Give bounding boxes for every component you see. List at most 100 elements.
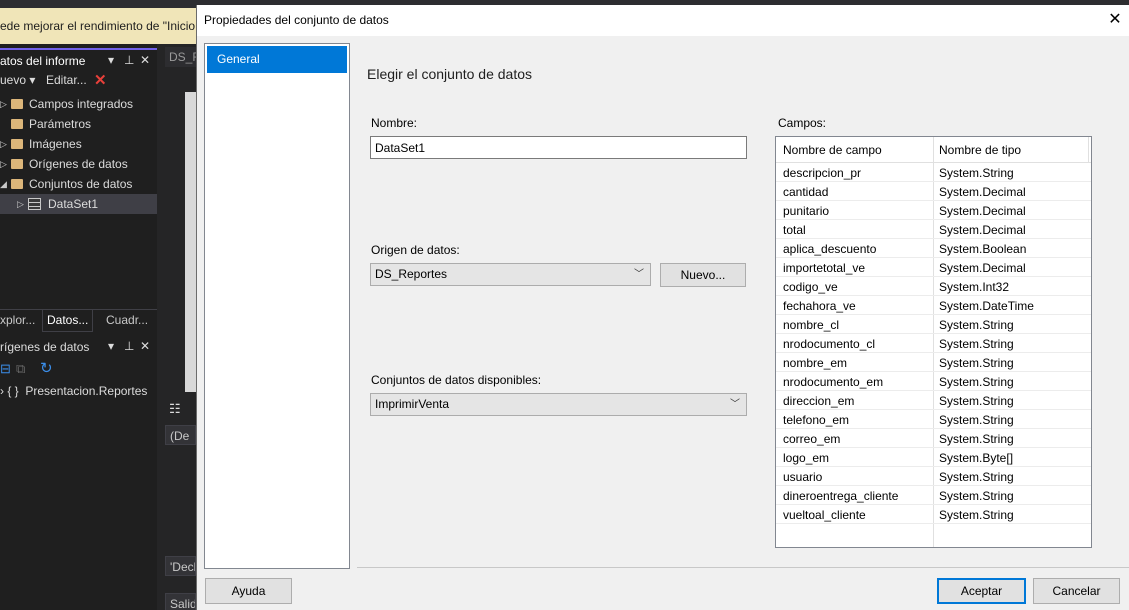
panel-tab-strip: xplor... Datos... Cuadr... (0, 309, 157, 332)
tree-item-data-sources[interactable]: ▷ Orígenes de datos (0, 154, 157, 174)
table-row[interactable]: telefono_em System.String (776, 410, 1091, 429)
field-name-cell: nombre_cl (783, 318, 840, 332)
document-tab[interactable]: DS_R (165, 47, 196, 67)
tab-explorer[interactable]: xplor... (0, 313, 35, 327)
output-box[interactable]: Salid (165, 593, 196, 610)
type-name-cell: System.String (939, 508, 1014, 522)
declaration-box[interactable]: 'Decl (165, 556, 196, 576)
tree-item-dataset1[interactable]: ▷ DataSet1 (0, 194, 157, 214)
data-source-value: DS_Reportes (375, 267, 448, 281)
ok-button[interactable]: Aceptar (937, 578, 1026, 604)
new-menu-label: uevo (0, 73, 27, 87)
close-icon[interactable]: ✕ (1105, 10, 1125, 30)
properties-box[interactable]: (De (165, 425, 196, 445)
data-sources-panel: rígenes de datos ▾ ⊥ ✕ ⊟ ⧉ ↻ › { } Prese… (0, 337, 157, 398)
available-datasets-label: Conjuntos de datos disponibles: (371, 373, 542, 387)
report-data-toolbar: uevo ▾ Editar... ✕ (0, 72, 107, 91)
table-row[interactable]: nrodocumento_cl System.String (776, 334, 1091, 353)
table-row[interactable]: aplica_descuento System.Boolean (776, 239, 1091, 258)
field-name-cell: importetotal_ve (783, 261, 866, 275)
collapse-arrow-icon[interactable]: ◢ (0, 174, 7, 194)
configure-icon[interactable]: ⧉ (16, 361, 25, 377)
refresh-icon[interactable]: ↻ (40, 359, 53, 377)
table-row[interactable]: logo_em System.Byte[] (776, 448, 1091, 467)
page-heading: Elegir el conjunto de datos (367, 66, 532, 82)
table-row[interactable]: cantidad System.Decimal (776, 182, 1091, 201)
expand-arrow-icon[interactable]: ▷ (0, 134, 7, 154)
dialog-title: Propiedades del conjunto de datos (204, 13, 389, 27)
new-data-source-button[interactable]: Nuevo... (660, 263, 746, 287)
table-row[interactable]: vueltoal_cliente System.String (776, 505, 1091, 524)
type-name-cell: System.Decimal (939, 223, 1026, 237)
data-source-label: Presentacion.Reportes (25, 384, 148, 398)
tree-item-builtin-fields[interactable]: ▷ Campos integrados (0, 94, 157, 114)
cancel-button[interactable]: Cancelar (1033, 578, 1120, 604)
fields-grid-header: Nombre de campo Nombre de tipo (776, 137, 1091, 163)
panel-dropdown-icon[interactable]: ▾ (108, 53, 114, 67)
field-name-cell: punitario (783, 204, 830, 218)
type-name-cell: System.String (939, 356, 1014, 370)
tree-item-datasets[interactable]: ◢ Conjuntos de datos (0, 174, 157, 194)
column-header-type-name[interactable]: Nombre de tipo (939, 143, 1021, 157)
tab-data[interactable]: Datos... (42, 310, 94, 332)
pin-icon[interactable]: ⊥ (124, 53, 134, 67)
tree-item-label: Campos integrados (29, 97, 134, 111)
folder-icon (11, 119, 23, 129)
table-row[interactable]: dineroentrega_cliente System.String (776, 486, 1091, 505)
column-header-field-name[interactable]: Nombre de campo (783, 143, 882, 157)
field-name-cell: usuario (783, 470, 823, 484)
edit-button[interactable]: Editar... (46, 73, 87, 87)
nav-item-general[interactable]: General (207, 46, 347, 73)
pin-icon[interactable]: ⊥ (124, 339, 134, 353)
footer-separator (357, 567, 1129, 568)
table-row[interactable]: nombre_cl System.String (776, 315, 1091, 334)
fields-grid[interactable]: Nombre de campo Nombre de tipo descripci… (775, 136, 1092, 548)
expand-arrow-icon[interactable]: ▷ (17, 194, 24, 214)
name-label: Nombre: (371, 116, 418, 130)
table-row[interactable]: descripcion_pr System.String (776, 163, 1091, 182)
report-data-panel-header: atos del informe ▾ ⊥ ✕ (0, 48, 157, 70)
delete-icon[interactable]: ✕ (94, 71, 107, 89)
table-row[interactable]: correo_em System.String (776, 429, 1091, 448)
table-row[interactable]: fechahora_ve System.DateTime (776, 296, 1091, 315)
type-name-cell: System.String (939, 489, 1014, 503)
tree-item-parameters[interactable]: Parámetros (0, 114, 157, 134)
type-name-cell: System.String (939, 337, 1014, 351)
report-data-panel: atos del informe ▾ ⊥ ✕ uevo ▾ Editar... … (0, 44, 157, 610)
tree-item-images[interactable]: ▷ Imágenes (0, 134, 157, 154)
available-datasets-value: ImprimirVenta (375, 397, 450, 411)
expand-arrow-icon[interactable]: ▷ (0, 154, 7, 174)
available-datasets-select[interactable]: ImprimirVenta ﹀ (370, 393, 747, 416)
table-row[interactable]: direccion_em System.String (776, 391, 1091, 410)
close-panel-icon[interactable]: ✕ (140, 339, 150, 353)
table-row[interactable]: codigo_ve System.Int32 (776, 277, 1091, 296)
field-name-cell: fechahora_ve (783, 299, 856, 313)
table-row[interactable]: total System.Decimal (776, 220, 1091, 239)
help-button[interactable]: Ayuda (205, 578, 292, 604)
table-row[interactable]: punitario System.Decimal (776, 201, 1091, 220)
table-row[interactable]: usuario System.String (776, 467, 1091, 486)
data-source-select[interactable]: DS_Reportes ﹀ (370, 263, 651, 286)
add-data-source-icon[interactable]: ⊟ (0, 361, 11, 377)
dialog-nav-pane: General (204, 43, 350, 569)
panel-dropdown-icon[interactable]: ▾ (108, 339, 114, 353)
close-panel-icon[interactable]: ✕ (140, 53, 150, 67)
report-data-tree: ▷ Campos integrados Parámetros ▷ Imágene… (0, 94, 157, 214)
chevron-down-icon: ﹀ (634, 269, 644, 280)
type-name-cell: System.Byte[] (939, 451, 1014, 465)
type-name-cell: System.Int32 (939, 280, 1010, 294)
expand-arrow-icon[interactable]: ▷ (0, 94, 7, 114)
table-icon (28, 198, 41, 210)
type-name-cell: System.Decimal (939, 204, 1026, 218)
properties-grid-icon[interactable]: ☷ (169, 401, 181, 417)
data-source-item[interactable]: › { } Presentacion.Reportes (0, 384, 147, 398)
table-row[interactable]: nrodocumento_em System.String (776, 372, 1091, 391)
field-name-cell: descripcion_pr (783, 166, 862, 180)
report-designer-area: DS_R ☷ (De 'Decl Salid (157, 44, 196, 610)
name-input[interactable] (370, 136, 747, 159)
tab-toolbox[interactable]: Cuadr... (106, 313, 148, 327)
table-row[interactable]: importetotal_ve System.Decimal (776, 258, 1091, 277)
new-menu-button[interactable]: uevo ▾ (0, 73, 35, 87)
table-row[interactable]: nombre_em System.String (776, 353, 1091, 372)
type-name-cell: System.String (939, 166, 1014, 180)
